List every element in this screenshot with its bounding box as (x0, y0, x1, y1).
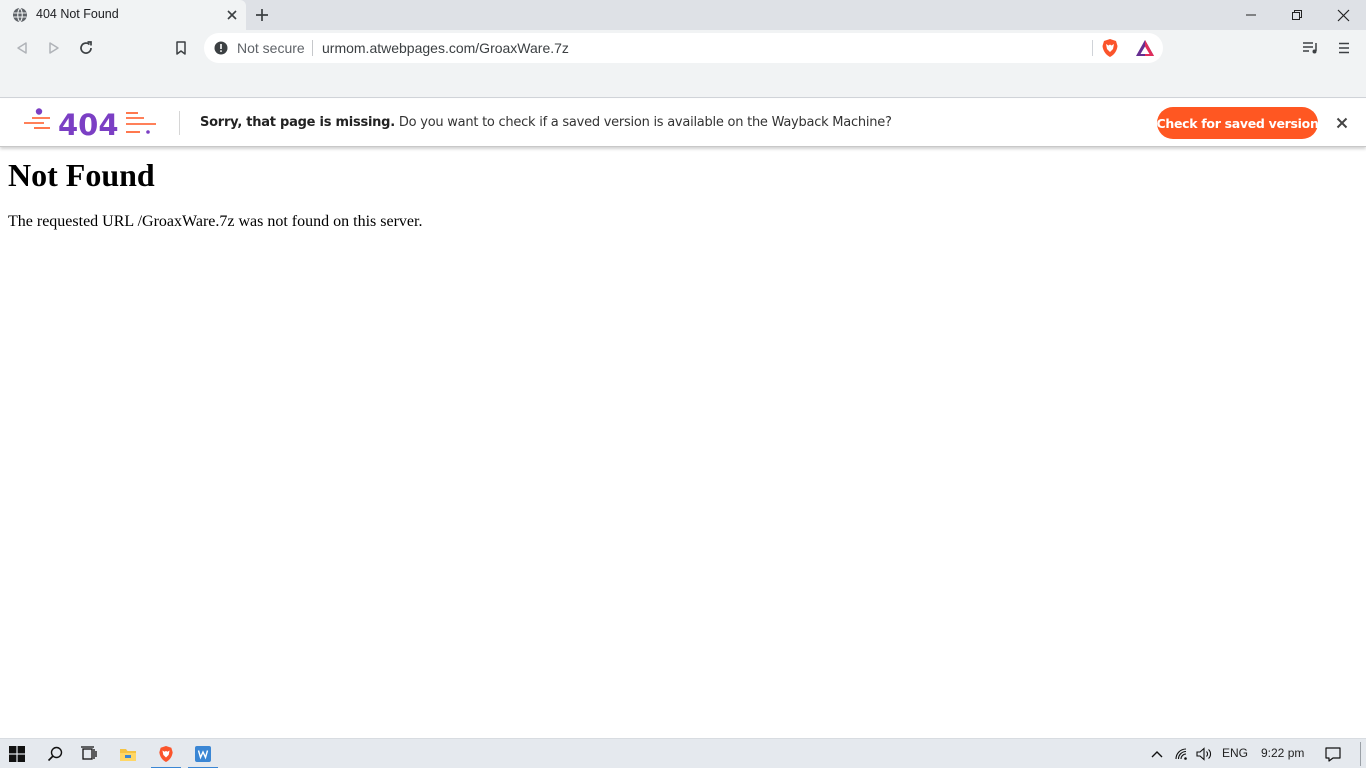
app-taskbar-button[interactable] (186, 739, 220, 768)
show-desktop-divider[interactable] (1360, 742, 1361, 766)
folder-icon (120, 748, 136, 761)
notifications-button[interactable] (1316, 739, 1350, 768)
brave-rewards-icon[interactable] (1135, 39, 1155, 57)
restore-icon (1292, 10, 1302, 20)
back-button[interactable] (12, 38, 32, 58)
media-button[interactable] (1301, 38, 1321, 58)
infobar-message-bold: Sorry, that page is missing. (200, 115, 395, 130)
chevron-up-icon (1151, 751, 1163, 758)
page-content: Not Found The requested URL /GroaxWare.7… (8, 148, 1348, 231)
app-icon (195, 746, 211, 762)
forward-button[interactable] (44, 38, 64, 58)
omnibox-divider (1092, 40, 1093, 56)
brave-shields-icon[interactable] (1101, 38, 1119, 58)
language-indicator[interactable]: ENG (1222, 746, 1248, 760)
network-button[interactable] (1170, 739, 1194, 768)
reload-button[interactable] (76, 38, 96, 58)
address-bar[interactable]: Not secure urmom.atwebpages.com/GroaxWar… (204, 33, 1163, 63)
taskbar: ENG 9:22 pm (0, 738, 1366, 768)
back-icon (17, 42, 27, 54)
page-message: The requested URL /GroaxWare.7z was not … (8, 213, 423, 230)
windows-icon (9, 746, 25, 762)
globe-icon (13, 7, 27, 23)
file-explorer-button[interactable] (111, 739, 145, 768)
brave-icon (159, 746, 173, 762)
clock[interactable]: 9:22 pm (1261, 746, 1304, 760)
notification-icon (1325, 746, 1341, 762)
browser-tab[interactable]: 404 Not Found (0, 0, 246, 30)
tab-strip: 404 Not Found (0, 0, 1366, 30)
bookmark-icon (176, 41, 186, 55)
info-icon[interactable] (214, 41, 228, 55)
new-tab-icon[interactable] (253, 6, 271, 24)
infobar-divider (179, 111, 180, 135)
url-text[interactable]: urmom.atwebpages.com/GroaxWare.7z (322, 40, 569, 56)
infobar-message: Sorry, that page is missing. Do you want … (200, 115, 892, 130)
omnibox-divider (312, 40, 313, 56)
start-button[interactable] (0, 739, 34, 768)
wifi-icon (1175, 748, 1187, 760)
volume-button[interactable] (1192, 739, 1216, 768)
infobar-message-text: Do you want to check if a saved version … (398, 115, 892, 130)
menu-button[interactable] (1334, 38, 1354, 58)
browser-toolbar: Not secure urmom.atwebpages.com/GroaxWar… (0, 30, 1366, 98)
security-label[interactable]: Not secure (237, 40, 305, 56)
show-hidden-icons-button[interactable] (1140, 739, 1174, 768)
tab-title: 404 Not Found (36, 7, 119, 21)
restore-button[interactable] (1274, 0, 1320, 30)
task-view-icon (81, 746, 97, 760)
wayback-404-logo: 404 (24, 108, 156, 142)
brave-taskbar-button[interactable] (149, 739, 183, 768)
hamburger-icon (1339, 42, 1349, 54)
close-window-button[interactable] (1320, 0, 1366, 30)
volume-icon (1196, 747, 1211, 761)
minimize-button[interactable] (1228, 0, 1274, 30)
close-tab-icon[interactable] (224, 7, 240, 23)
page-heading: Not Found (8, 157, 155, 193)
logo-404-text: 404 (58, 108, 119, 142)
bookmark-button[interactable] (171, 38, 191, 58)
search-icon (47, 746, 63, 762)
playlist-icon (1303, 42, 1317, 54)
close-icon (1337, 9, 1349, 21)
check-saved-version-button[interactable]: Check for saved version (1156, 107, 1319, 139)
reload-icon (80, 41, 92, 54)
wayback-infobar: 404 Sorry, that page is missing. Do you w… (0, 99, 1366, 147)
minimize-icon (1246, 14, 1256, 16)
search-button[interactable] (38, 739, 72, 768)
task-view-button[interactable] (72, 739, 106, 768)
forward-icon (49, 42, 59, 54)
close-infobar-icon[interactable] (1334, 115, 1350, 131)
